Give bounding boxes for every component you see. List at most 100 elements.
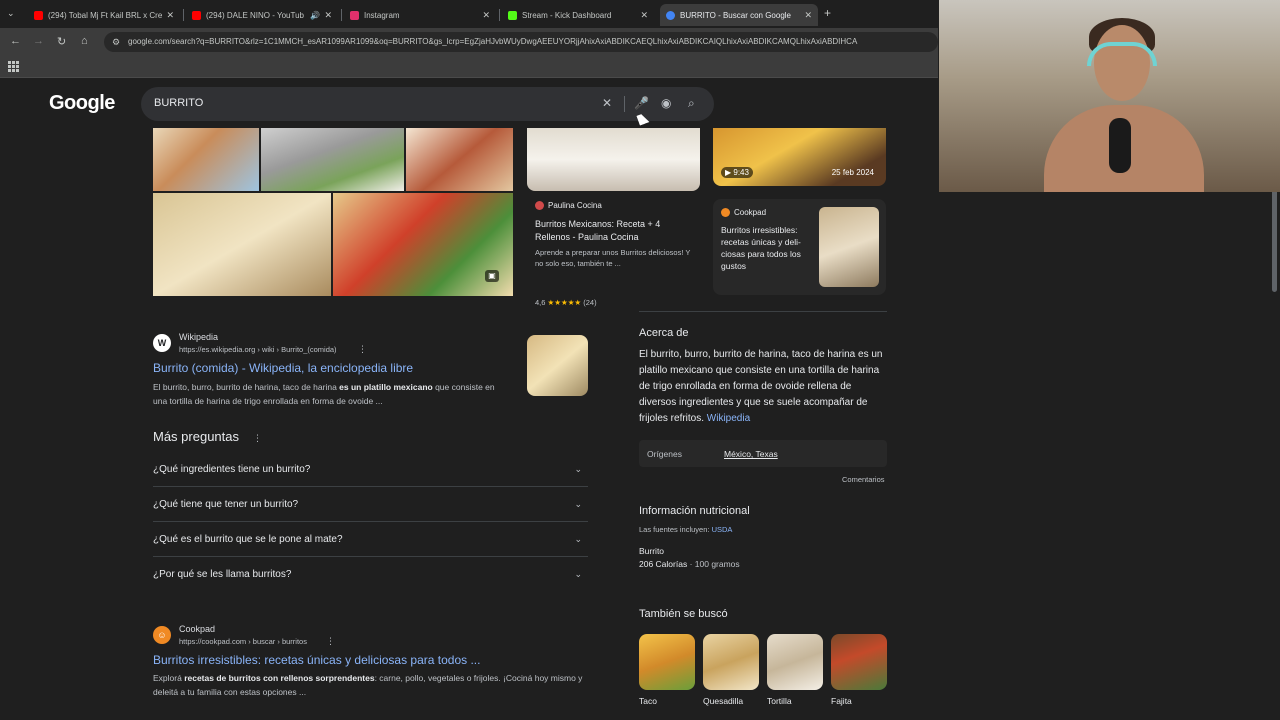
cookpad-icon: ☺: [153, 626, 171, 644]
camera-lens-icon[interactable]: ◉: [661, 96, 671, 110]
tab-close-icon[interactable]: ✕: [640, 10, 648, 21]
chevron-down-icon: ⌄: [574, 498, 582, 509]
youtube-icon: [192, 10, 201, 20]
reload-icon[interactable]: ↻: [57, 35, 66, 48]
microphone-icon[interactable]: 🎤: [634, 96, 649, 110]
tab-title: BURRITO - Buscar con Google: [680, 10, 792, 20]
new-tab-button[interactable]: +: [824, 6, 831, 20]
nutrition-calories: 206 Calorías · 100 gramos: [639, 559, 740, 569]
tab-google-active[interactable]: BURRITO - Buscar con Google ✕: [660, 4, 818, 26]
tab-youtube-2[interactable]: (294) DALE NINO - YouTub 🔊 ✕: [186, 4, 338, 26]
burrito-image[interactable]: [153, 128, 259, 191]
tab-search-icon[interactable]: ⌄: [7, 8, 15, 19]
tab-kick[interactable]: Stream - Kick Dashboard ✕: [502, 4, 654, 26]
wikipedia-icon: W: [153, 334, 171, 352]
wikipedia-link[interactable]: Wikipedia: [707, 413, 750, 424]
result-snippet: El burrito, burro, burrito de harina, ta…: [153, 382, 495, 406]
search-icon[interactable]: ⌕: [688, 96, 695, 111]
result-url[interactable]: https://es.wikipedia.org › wiki › Burrit…: [179, 345, 337, 354]
more-options-icon[interactable]: ⋮: [358, 344, 367, 355]
site-info-icon[interactable]: ⚙: [112, 32, 120, 52]
result-title-link[interactable]: Burritos irresistibles: recetas únicas y…: [153, 653, 480, 667]
image-gallery-icon[interactable]: ▣: [485, 270, 499, 282]
result-thumbnail[interactable]: [527, 335, 588, 396]
paa-question[interactable]: ¿Qué ingredientes tiene un burrito? ⌄: [153, 452, 588, 487]
paulina-card-title[interactable]: Burritos Mexicanos: Receta + 4 Rellenos …: [535, 218, 695, 244]
chevron-down-icon: ⌄: [574, 533, 582, 544]
video-duration: ▶ 9:43: [721, 167, 753, 178]
webcam-overlay: [939, 0, 1280, 192]
address-bar[interactable]: ⚙ google.com/search?q=BURRITO&rlz=1C1MMC…: [104, 32, 938, 52]
speaker-icon[interactable]: 🔊: [310, 11, 320, 20]
related-quesadilla-image[interactable]: [703, 634, 759, 690]
tab-title: Stream - Kick Dashboard: [522, 10, 612, 20]
bookmarks-bar: [0, 56, 938, 78]
video-thumbnail[interactable]: ▶ 9:43 25 feb 2024: [713, 128, 886, 186]
origins-row: Orígenes México, Texas: [639, 440, 887, 467]
home-icon[interactable]: ⌂: [81, 35, 88, 47]
burrito-image[interactable]: [153, 193, 331, 296]
related-label[interactable]: Fajita: [831, 696, 852, 706]
origins-value[interactable]: México, Texas: [724, 449, 778, 459]
people-also-ask-title: Más preguntas ⋮: [153, 429, 262, 444]
burrito-image[interactable]: [261, 128, 404, 191]
related-tortilla-image[interactable]: [767, 634, 823, 690]
tab-title: (294) Tobal Mj Ft Kail BRL x Cre: [48, 10, 163, 20]
origins-label: Orígenes: [647, 449, 682, 459]
paa-question[interactable]: ¿Qué tiene que tener un burrito? ⌄: [153, 487, 588, 522]
related-label[interactable]: Tortilla: [767, 696, 792, 706]
cookpad-card-title[interactable]: Burritos irresistibles: recetas únicas y…: [721, 224, 813, 272]
search-input[interactable]: BURRITO: [154, 97, 203, 109]
tab-youtube-1[interactable]: (294) Tobal Mj Ft Kail BRL x Cre ✕: [28, 4, 180, 26]
cookpad-image[interactable]: [819, 207, 879, 287]
tab-close-icon[interactable]: ✕: [482, 10, 490, 21]
star-rating-icon: ★★★★★: [547, 298, 582, 307]
tab-instagram[interactable]: Instagram ✕: [344, 4, 496, 26]
url-text: google.com/search?q=BURRITO&rlz=1C1MMCH_…: [128, 37, 858, 46]
search-box[interactable]: BURRITO ✕ 🎤 ◉ ⌕: [141, 87, 714, 121]
sources-line: Las fuentes incluyen: USDA: [639, 525, 733, 534]
cookpad-icon: [721, 208, 730, 217]
usda-link[interactable]: USDA: [712, 525, 733, 534]
tab-close-icon[interactable]: ✕: [804, 10, 812, 21]
paulina-cocina-icon: [535, 201, 544, 210]
google-logo[interactable]: Google: [49, 92, 115, 115]
about-title: Acerca de: [639, 327, 689, 339]
burrito-image[interactable]: [406, 128, 513, 191]
google-icon: [666, 10, 675, 20]
paulina-cocina-image[interactable]: [527, 128, 700, 191]
result-title-link[interactable]: Burrito (comida) - Wikipedia, la enciclo…: [153, 361, 413, 375]
more-options-icon[interactable]: ⋮: [326, 636, 335, 647]
about-text: El burrito, burro, burrito de harina, ta…: [639, 349, 883, 424]
youtube-icon: [34, 10, 43, 20]
tab-close-icon[interactable]: ✕: [166, 10, 174, 21]
nutrition-item: Burrito: [639, 546, 665, 556]
related-label[interactable]: Quesadilla: [703, 696, 743, 706]
chevron-down-icon: ⌄: [574, 569, 582, 579]
more-options-icon[interactable]: ⋮: [253, 433, 262, 443]
source-paulina-cocina: Paulina Cocina: [535, 201, 602, 210]
paa-question[interactable]: ¿Por qué se les llama burritos? ⌄: [153, 557, 588, 592]
result-site-name: Cookpad: [179, 624, 216, 634]
chevron-down-icon: ⌄: [574, 463, 582, 474]
back-icon[interactable]: ←: [10, 35, 21, 47]
tab-close-icon[interactable]: ✕: [324, 10, 332, 21]
feedback-link[interactable]: Comentarios: [842, 475, 885, 484]
result-site-name: Wikipedia: [179, 332, 219, 342]
forward-icon[interactable]: →: [33, 35, 44, 47]
related-title: También se buscó: [639, 608, 728, 620]
video-date: 25 feb 2024: [831, 168, 874, 177]
tab-title: (294) DALE NINO - YouTub: [206, 10, 304, 20]
result-url[interactable]: https://cookpad.com › buscar › burritos: [179, 637, 307, 646]
rating: 4,6 ★★★★★ (24): [535, 298, 597, 307]
result-snippet: Explorá recetas de burritos con rellenos…: [153, 673, 583, 697]
close-icon[interactable]: ✕: [602, 96, 612, 110]
related-fajita-image[interactable]: [831, 634, 887, 690]
related-taco-image[interactable]: [639, 634, 695, 690]
paa-question[interactable]: ¿Qué es el burrito que se le pone al mat…: [153, 522, 588, 557]
instagram-icon: [350, 10, 359, 20]
related-label[interactable]: Taco: [639, 696, 657, 706]
paulina-card-desc: Aprende a preparar unos Burritos delicio…: [535, 248, 691, 268]
apps-grid-icon[interactable]: [8, 61, 19, 72]
burrito-image[interactable]: ▣: [333, 193, 513, 296]
